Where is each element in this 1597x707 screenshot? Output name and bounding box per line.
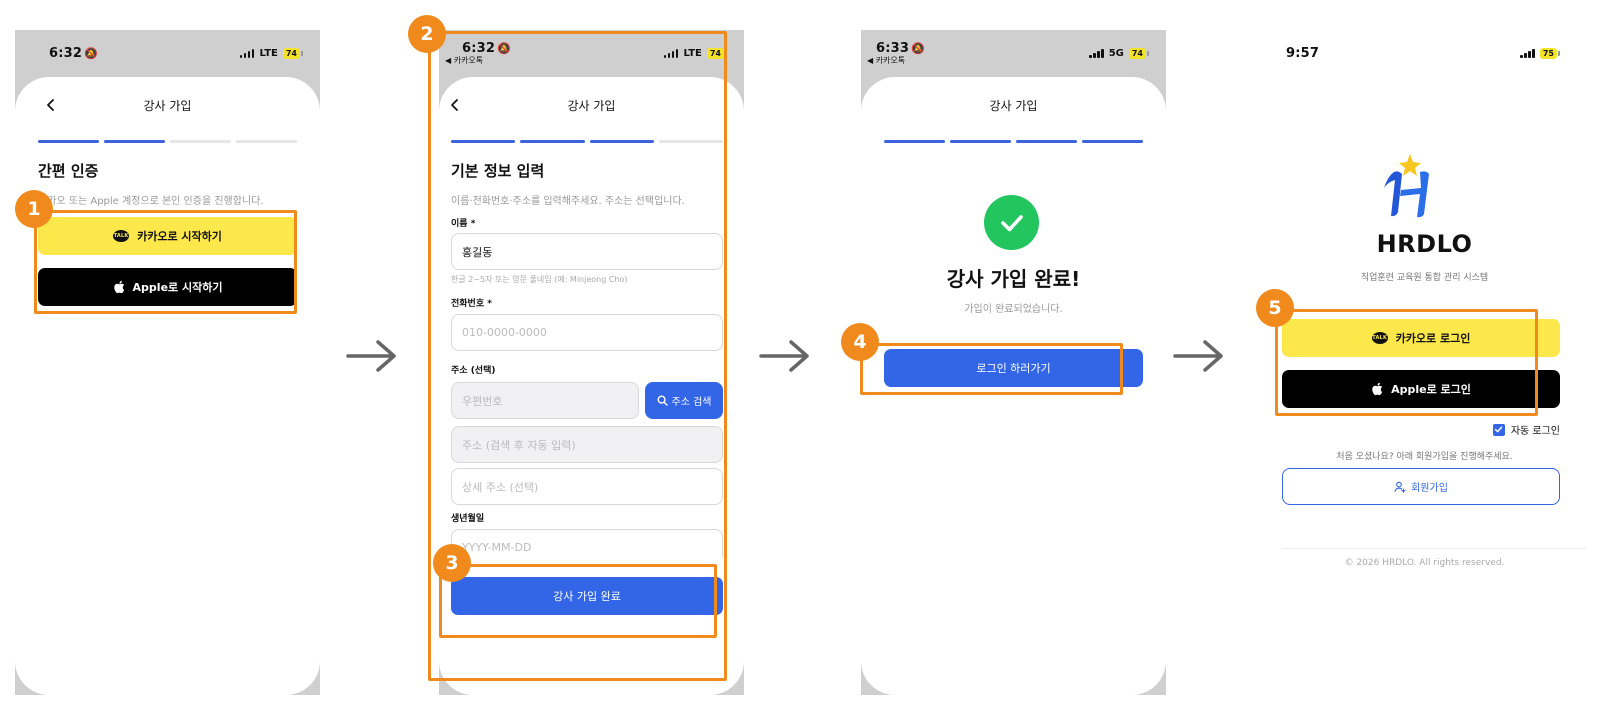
completion-title: 강사 가입 완료! <box>946 267 1081 291</box>
status-time: 6:32 🔕 <box>49 46 99 61</box>
content-card: 강사 가입 간편 인증 카카오 또는 Apple 계정으로 본인 인증을 진행합… <box>15 77 320 695</box>
arrow-right-icon <box>759 340 809 372</box>
step-progress <box>38 140 297 143</box>
signal-icon <box>239 49 255 58</box>
brand-name: HRDLO <box>1376 230 1473 258</box>
completion-description: 가입이 완료되었습니다. <box>964 304 1063 315</box>
step-3 <box>1016 140 1077 143</box>
step-4 <box>236 140 297 143</box>
back-to-app-link[interactable]: ◀ 카카오톡 <box>867 55 905 66</box>
arrow-right-icon <box>346 340 396 372</box>
status-bar: 6:33 🔕 ◀ 카카오톡 5G 74 <box>861 30 1166 78</box>
step-1 <box>884 140 945 143</box>
battery-icon: 74 <box>282 48 304 59</box>
signup-label: 회원가입 <box>1411 483 1448 494</box>
bell-slash-icon: 🔕 <box>84 47 99 60</box>
checkbox-checked-icon[interactable] <box>1492 423 1505 436</box>
highlight-box-3 <box>439 564 717 638</box>
status-indicators: 5G 74 <box>1089 48 1150 59</box>
step-2 <box>950 140 1011 143</box>
screen-instructor-signup-auth: 6:32 🔕 LTE 74 강사 가입 간편 인증 카카오 또는 Apple 계정… <box>15 30 320 695</box>
success-check-icon <box>984 195 1039 250</box>
step-badge-3: 3 <box>433 544 471 582</box>
status-bar: 6:32 🔕 LTE 74 <box>15 30 320 78</box>
auto-login-label: 자동 로그인 <box>1510 426 1560 437</box>
section-description: 카카오 또는 Apple 계정으로 본인 인증을 진행합니다. <box>38 196 264 207</box>
step-badge-5: 5 <box>1256 289 1294 327</box>
user-add-icon <box>1394 481 1406 493</box>
first-visit-text: 처음 오셨나요? 아래 회원가입을 진행해주세요. <box>1336 452 1513 462</box>
network-label: LTE <box>259 48 278 59</box>
check-icon <box>1000 214 1023 231</box>
arrow-right-icon <box>1173 340 1223 372</box>
highlight-box-4 <box>860 343 1123 395</box>
page-title: 강사 가입 <box>143 99 192 113</box>
hrdlo-logo <box>1384 154 1429 218</box>
step-2 <box>104 140 165 143</box>
step-badge-4: 4 <box>841 323 879 361</box>
signal-icon <box>1089 49 1104 58</box>
battery-icon: 74 <box>1128 48 1150 59</box>
copyright-text: © 2026 HRDLO. All rights reserved. <box>1344 558 1505 568</box>
signal-icon <box>1520 49 1535 58</box>
step-badge-1: 1 <box>15 190 53 228</box>
section-title: 간편 인증 <box>38 162 99 180</box>
signup-button[interactable]: 회원가입 <box>1282 468 1560 505</box>
highlight-box-1 <box>34 210 297 314</box>
brand-tagline: 직업훈련 교육원 통합 관리 시스템 <box>1360 273 1489 283</box>
battery-icon: 75 <box>1539 48 1561 59</box>
status-time: 9:57 <box>1286 46 1320 61</box>
highlight-box-5 <box>1275 309 1538 416</box>
step-3 <box>170 140 231 143</box>
page-title: 강사 가입 <box>989 99 1038 113</box>
auto-login-toggle[interactable]: 자동 로그인 <box>1492 422 1560 437</box>
step-1 <box>38 140 99 143</box>
footer-divider <box>1282 548 1587 549</box>
bell-slash-icon: 🔕 <box>911 42 926 55</box>
status-time: 6:33 🔕 <box>876 41 926 56</box>
step-progress <box>884 140 1143 143</box>
step-badge-2: 2 <box>408 15 446 53</box>
network-label: 5G <box>1108 48 1124 59</box>
step-4 <box>1082 140 1143 143</box>
status-indicators: LTE 74 <box>239 48 304 59</box>
status-indicators: 75 <box>1520 48 1561 59</box>
status-bar: 9:57 75 <box>1282 30 1587 78</box>
